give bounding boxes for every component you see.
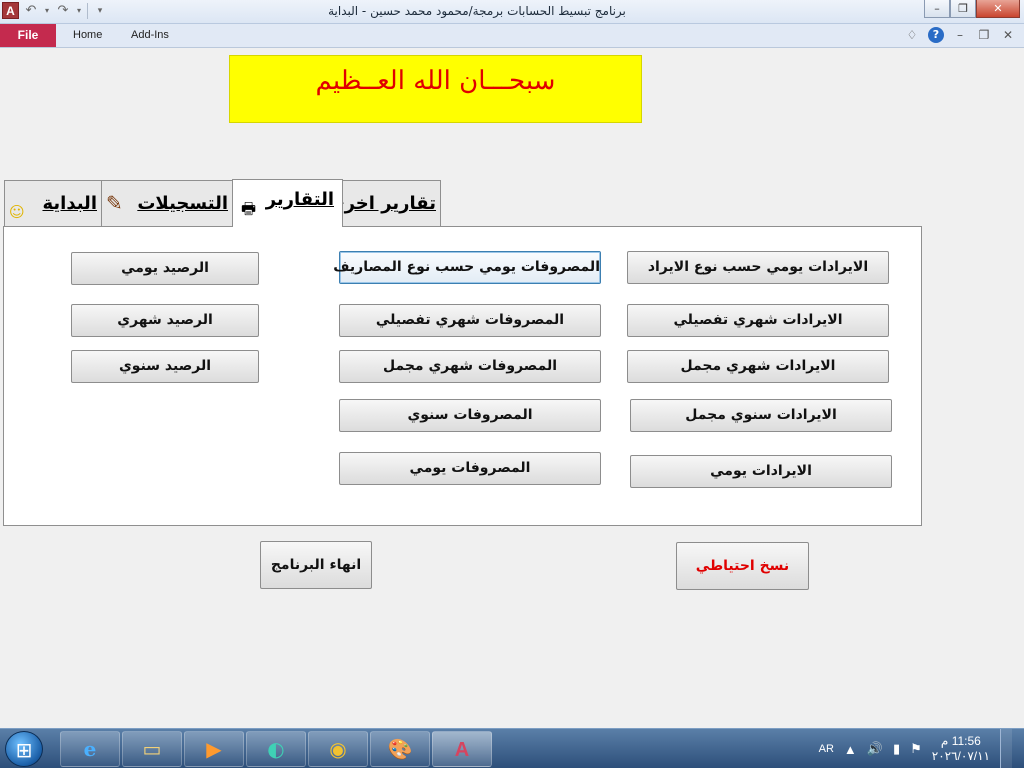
ribbon-right-controls: ♢ ? – ❐ ✕ xyxy=(904,27,1016,43)
language-indicator[interactable]: AR xyxy=(819,743,834,755)
form-area: سبحـــان الله العــظيم تقارير اخرى التقا… xyxy=(0,48,1024,728)
tab-reports-label: التقارير xyxy=(265,189,334,210)
balance-daily-button[interactable]: الرصيد يومي xyxy=(71,252,259,285)
taskbar: ⊞ e ▭ ▶ ◐ ◉ 🎨 A AR ▲ 🔊 ▮ ⚑ 11:56 م ٢٠٢٦/… xyxy=(0,728,1024,768)
file-explorer-icon[interactable]: ▭ xyxy=(122,731,182,767)
file-tab[interactable]: File xyxy=(0,24,56,47)
backup-button[interactable]: نسخ احتياطي xyxy=(676,542,809,590)
minimize-ribbon-icon[interactable]: ♢ xyxy=(904,27,920,43)
balance-yearly-button[interactable]: الرصيد سنوي xyxy=(71,350,259,383)
edge-icon[interactable]: ◐ xyxy=(246,731,306,767)
expenses-yearly-button[interactable]: المصروفات سنوي xyxy=(339,399,601,432)
internet-explorer-icon[interactable]: e xyxy=(60,731,120,767)
paint-icon[interactable]: 🎨 xyxy=(370,731,430,767)
ribbon-bar: File Home Add-Ins ♢ ? – ❐ ✕ xyxy=(0,24,1024,48)
help-icon[interactable]: ? xyxy=(928,27,944,43)
qat-separator xyxy=(87,2,88,19)
revenue-yearly-total-button[interactable]: الايرادات سنوي مجمل xyxy=(630,399,892,432)
tab-other-reports[interactable]: تقارير اخرى xyxy=(328,180,441,227)
media-player-icon[interactable]: ▶ xyxy=(184,731,244,767)
network-icon[interactable]: ▮ xyxy=(893,741,900,757)
revenue-daily-button[interactable]: الايرادات يومي xyxy=(630,455,892,488)
title-bar: A ↶ ▾ ↷ ▾ ▾ برنامج تبسيط الحسابات برمجة/… xyxy=(0,0,1024,24)
balance-monthly-button[interactable]: الرصيد شهري xyxy=(71,304,259,337)
window-controls: – ❐ ✕ xyxy=(924,0,1020,18)
show-hidden-icons-icon[interactable]: ▲ xyxy=(844,742,857,757)
expenses-monthly-detailed-button[interactable]: المصروفات شهري تفصيلي xyxy=(339,304,601,337)
undo-dropdown-icon[interactable]: ▾ xyxy=(43,3,51,19)
clock[interactable]: 11:56 م ٢٠٢٦/٠٧/١١ xyxy=(932,734,990,764)
tab-home[interactable]: Home xyxy=(73,29,102,41)
start-button[interactable]: ⊞ xyxy=(5,731,43,767)
banner: سبحـــان الله العــظيم xyxy=(229,55,642,123)
tab-reports[interactable]: التقارير 🖶 xyxy=(232,179,343,227)
redo-dropdown-icon[interactable]: ▾ xyxy=(75,3,83,19)
clock-time: 11:56 م xyxy=(940,734,981,748)
revenue-monthly-detailed-button[interactable]: الايرادات شهري تفصيلي xyxy=(627,304,889,337)
redo-icon[interactable]: ↷ xyxy=(55,3,71,19)
restore-button[interactable]: ❐ xyxy=(950,0,976,18)
access-logo-icon[interactable]: A xyxy=(2,2,19,19)
tab-home-form[interactable]: البداية ☺ xyxy=(4,180,102,227)
action-center-icon[interactable]: ⚑ xyxy=(910,741,922,757)
expenses-daily-button[interactable]: المصروفات يومي xyxy=(339,452,601,485)
quick-access-toolbar: A ↶ ▾ ↷ ▾ ▾ xyxy=(2,2,108,19)
tab-other-reports-label: تقارير اخرى xyxy=(328,193,436,214)
expenses-monthly-total-button[interactable]: المصروفات شهري مجمل xyxy=(339,350,601,383)
doc-close-icon[interactable]: ✕ xyxy=(1000,27,1016,43)
exit-program-button[interactable]: انهاء البرنامج xyxy=(260,541,372,589)
minimize-button[interactable]: – xyxy=(924,0,950,18)
show-desktop-button[interactable] xyxy=(1000,729,1012,768)
expenses-daily-by-type-button[interactable]: المصروفات يومي حسب نوع المصاريف xyxy=(333,251,601,284)
smiley-icon: ☺ xyxy=(9,203,25,221)
system-tray: AR ▲ 🔊 ▮ ⚑ 11:56 م ٢٠٢٦/٠٧/١١ xyxy=(819,729,1012,768)
printer-icon: 🖶 xyxy=(241,199,257,218)
windows-logo-icon: ⊞ xyxy=(15,738,33,762)
revenue-monthly-total-button[interactable]: الايرادات شهري مجمل xyxy=(627,350,889,383)
clock-date: ٢٠٢٦/٠٧/١١ xyxy=(931,749,990,763)
close-button[interactable]: ✕ xyxy=(976,0,1020,18)
doc-minimize-icon[interactable]: – xyxy=(952,27,968,43)
banner-text: سبحـــان الله العــظيم xyxy=(315,66,556,96)
tab-home-form-label: البداية xyxy=(42,193,97,214)
customize-qat-icon[interactable]: ▾ xyxy=(92,3,108,19)
volume-icon[interactable]: 🔊 xyxy=(867,741,883,757)
tab-entries[interactable]: التسجيلات ✎ xyxy=(101,180,233,227)
pen-icon: ✎ xyxy=(106,191,123,215)
window-title: برنامج تبسيط الحسابات برمجة/محمود محمد ح… xyxy=(328,4,626,18)
tab-add-ins[interactable]: Add-Ins xyxy=(131,29,169,41)
doc-restore-icon[interactable]: ❐ xyxy=(976,27,992,43)
chrome-icon[interactable]: ◉ xyxy=(308,731,368,767)
access-taskbar-icon[interactable]: A xyxy=(432,731,492,767)
tab-entries-label: التسجيلات xyxy=(137,193,228,214)
revenue-daily-by-type-button[interactable]: الايرادات يومي حسب نوع الايراد xyxy=(627,251,889,284)
undo-icon[interactable]: ↶ xyxy=(23,3,39,19)
